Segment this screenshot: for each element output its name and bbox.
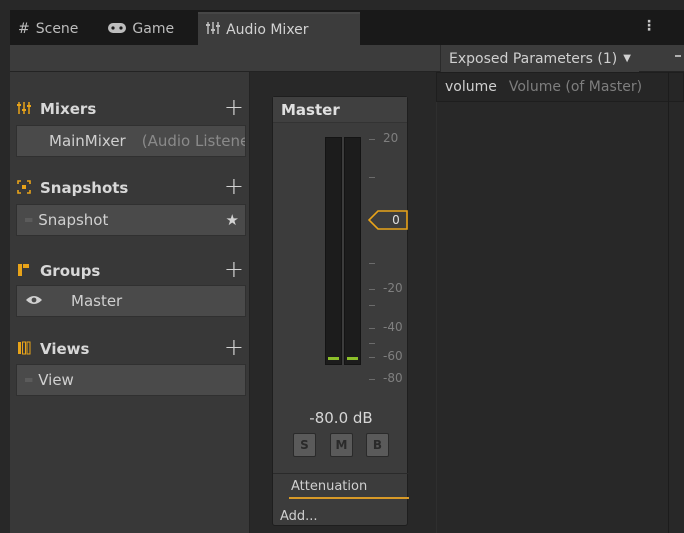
mixers-header: Mixers + [16, 95, 244, 121]
groups-icon [16, 263, 32, 279]
drag-handle-icon[interactable]: ═ [25, 373, 32, 387]
snapshots-header: Snapshots + [16, 174, 244, 200]
scale-label-minus40: -40 [383, 320, 403, 334]
dropdown-caret-icon: ▼ [623, 53, 631, 64]
add-view-button[interactable]: + [224, 335, 244, 359]
tab-game-label: Game [132, 20, 175, 37]
tab-scene[interactable]: # Scene [10, 12, 86, 45]
exposed-param-name: volume [445, 79, 497, 95]
toolbar: Exposed Parameters (1) ▼ [10, 45, 684, 72]
exposed-param-desc: Volume (of Master) [508, 79, 643, 95]
volume-fader-handle[interactable]: 0 [368, 210, 408, 230]
add-effect-button[interactable]: Add... [280, 509, 318, 524]
tab-audio-mixer[interactable]: Audio Mixer [198, 12, 361, 45]
attenuation-effect[interactable]: Attenuation [289, 479, 409, 499]
group-item-label: Master [71, 292, 123, 310]
divider [273, 473, 409, 474]
add-group-button[interactable]: + [224, 257, 244, 281]
scale-tick [369, 263, 375, 264]
snapshots-title: Snapshots [40, 179, 129, 197]
mixer-item-sub: (Audio Listener) [141, 132, 245, 150]
tab-audio-mixer-label: Audio Mixer [226, 21, 309, 38]
master-channel-strip: Master 20 -20 -40 -60 -80 0 -80.0 dB S M… [272, 96, 409, 527]
add-snapshot-button[interactable]: + [224, 174, 244, 198]
strip-title-label: Master [281, 100, 340, 119]
eye-icon[interactable] [25, 292, 43, 310]
drag-handle-icon[interactable]: ═ [25, 213, 32, 227]
exposed-parameters-button[interactable]: Exposed Parameters (1) ▼ [440, 45, 639, 72]
snapshot-item[interactable]: ═ Snapshot ★ [16, 204, 246, 236]
grid-icon: # [18, 20, 30, 37]
kebab-menu-icon[interactable]: ⋮ [642, 18, 656, 34]
scale-label-minus80: -80 [383, 371, 403, 385]
right-panel [436, 102, 684, 533]
view-item[interactable]: ═ View [16, 364, 246, 396]
fader-value: 0 [392, 213, 400, 227]
views-title: Views [40, 340, 90, 358]
gamepad-icon [108, 21, 127, 37]
mixer-icon [16, 101, 32, 117]
left-panel: Mixers + MainMixer (Audio Listener) Snap… [10, 72, 250, 533]
mixer-icon [206, 21, 221, 39]
exposed-parameters-dropdown[interactable]: volume Volume (of Master) [436, 72, 684, 102]
scale-tick [369, 357, 375, 358]
level-meter-right [344, 137, 361, 365]
meter-level-left [328, 357, 339, 360]
views-icon [16, 341, 32, 357]
mute-button[interactable]: M [330, 433, 353, 457]
scale-tick [369, 177, 375, 178]
groups-header: Groups + [16, 257, 244, 283]
panel-divider [668, 72, 669, 533]
strip-body: 20 -20 -40 -60 -80 0 -80.0 dB S M B Atte… [273, 123, 409, 527]
scale-label-minus60: -60 [383, 349, 403, 363]
db-readout: -80.0 dB [309, 409, 373, 427]
scale-label-minus20: -20 [383, 281, 403, 295]
view-item-label: View [38, 371, 74, 389]
scale-tick [369, 305, 375, 306]
snapshot-item-label: Snapshot [38, 211, 109, 229]
level-meter-left [325, 137, 342, 365]
tab-bar: # Scene Game Audio Mixer ⋮ [10, 10, 684, 45]
meter-level-right [347, 357, 358, 360]
scale-tick [369, 139, 375, 140]
exposed-parameters-label: Exposed Parameters (1) [449, 50, 618, 67]
scale-tick [369, 379, 375, 380]
views-header: Views + [16, 335, 244, 361]
star-icon[interactable]: ★ [226, 211, 239, 229]
mixers-title: Mixers [40, 100, 97, 118]
groups-title: Groups [40, 262, 101, 280]
scale-label-20: 20 [383, 131, 399, 145]
group-item-master[interactable]: Master [16, 285, 246, 317]
mixer-item-mainmixer[interactable]: MainMixer (Audio Listener) [16, 125, 246, 157]
strip-title[interactable]: Master [273, 97, 407, 123]
scale-tick [369, 328, 375, 329]
tab-scene-label: Scene [35, 20, 79, 37]
scale-tick [369, 289, 375, 290]
bypass-button[interactable]: B [366, 433, 389, 457]
edge-dash [675, 55, 681, 57]
add-mixer-button[interactable]: + [224, 95, 244, 119]
scale-tick [369, 343, 375, 344]
tab-game[interactable]: Game [100, 12, 182, 45]
mixer-item-label: MainMixer [49, 132, 126, 150]
solo-button[interactable]: S [293, 433, 316, 457]
snapshot-icon [16, 180, 32, 196]
